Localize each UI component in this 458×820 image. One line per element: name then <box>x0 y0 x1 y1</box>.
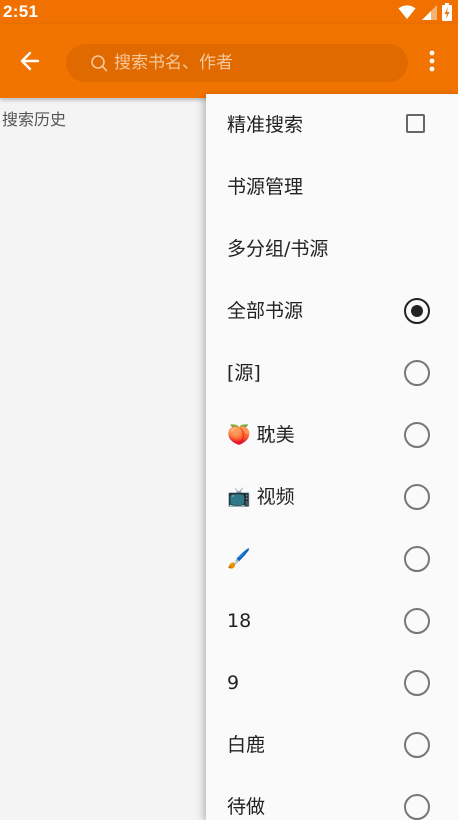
overflow-menu: 精准搜索 书源管理 多分组/书源 全部书源 [源] 🍑 耽美 📺 视频 🖌️ 18 … <box>206 94 458 820</box>
radio-unselected[interactable] <box>404 732 430 758</box>
menu-item-exact-search[interactable]: 精准搜索 <box>206 94 458 156</box>
status-icons <box>398 3 452 21</box>
search-placeholder: 搜索书名、作者 <box>114 53 233 73</box>
search-icon <box>91 55 108 72</box>
peach-icon: 🍑 <box>227 424 251 446</box>
menu-item-source-manage[interactable]: 书源管理 <box>206 156 458 218</box>
menu-item-group-source[interactable]: [源] <box>206 342 458 404</box>
menu-item-label: 18 <box>227 610 252 632</box>
toolbar: 搜索书名、作者 <box>0 24 458 98</box>
menu-item-label: 待做 <box>227 796 266 818</box>
exact-search-checkbox[interactable] <box>406 114 425 133</box>
menu-item-label: [源] <box>227 362 261 384</box>
menu-item-all-sources[interactable]: 全部书源 <box>206 280 458 342</box>
radio-selected[interactable] <box>404 298 430 324</box>
more-options-button[interactable] <box>418 41 446 81</box>
menu-item-label: 全部书源 <box>227 300 304 322</box>
menu-item-label: 9 <box>227 672 240 694</box>
signal-icon <box>422 5 437 20</box>
menu-item-text: 耽美 <box>256 424 295 446</box>
battery-icon <box>442 3 452 21</box>
arrow-left-icon <box>20 51 40 71</box>
menu-item-label: 🍑 耽美 <box>227 404 295 466</box>
menu-item-group-brush[interactable]: 🖌️ <box>206 528 458 590</box>
menu-item-label: 书源管理 <box>227 176 304 198</box>
paintbrush-icon: 🖌️ <box>227 548 251 570</box>
menu-item-multi-group[interactable]: 多分组/书源 <box>206 218 458 280</box>
status-time: 2:51 <box>3 2 39 21</box>
menu-item-label: 🖌️ <box>227 528 257 590</box>
search-history-label: 搜索历史 <box>2 110 67 129</box>
radio-unselected[interactable] <box>404 360 430 386</box>
radio-unselected[interactable] <box>404 484 430 510</box>
radio-unselected[interactable] <box>404 670 430 696</box>
tv-icon: 📺 <box>227 486 251 508</box>
search-input[interactable]: 搜索书名、作者 <box>66 44 408 82</box>
menu-item-group-todo[interactable]: 待做 <box>206 776 458 820</box>
wifi-icon <box>398 5 416 19</box>
menu-item-label: 白鹿 <box>227 734 266 756</box>
menu-item-label: 多分组/书源 <box>227 238 329 260</box>
radio-unselected[interactable] <box>404 546 430 572</box>
menu-item-group-video[interactable]: 📺 视频 <box>206 466 458 528</box>
more-vertical-icon <box>429 50 435 72</box>
radio-unselected[interactable] <box>404 608 430 634</box>
menu-item-group-9[interactable]: 9 <box>206 652 458 714</box>
menu-item-group-18[interactable]: 18 <box>206 590 458 652</box>
radio-unselected[interactable] <box>404 422 430 448</box>
menu-item-group-danmei[interactable]: 🍑 耽美 <box>206 404 458 466</box>
radio-unselected[interactable] <box>404 794 430 820</box>
menu-item-label: 📺 视频 <box>227 466 295 528</box>
menu-item-group-bailu[interactable]: 白鹿 <box>206 714 458 776</box>
menu-item-label: 精准搜索 <box>227 114 304 136</box>
menu-item-text: 视频 <box>256 486 295 508</box>
status-bar: 2:51 <box>0 0 458 24</box>
back-button[interactable] <box>10 41 50 81</box>
